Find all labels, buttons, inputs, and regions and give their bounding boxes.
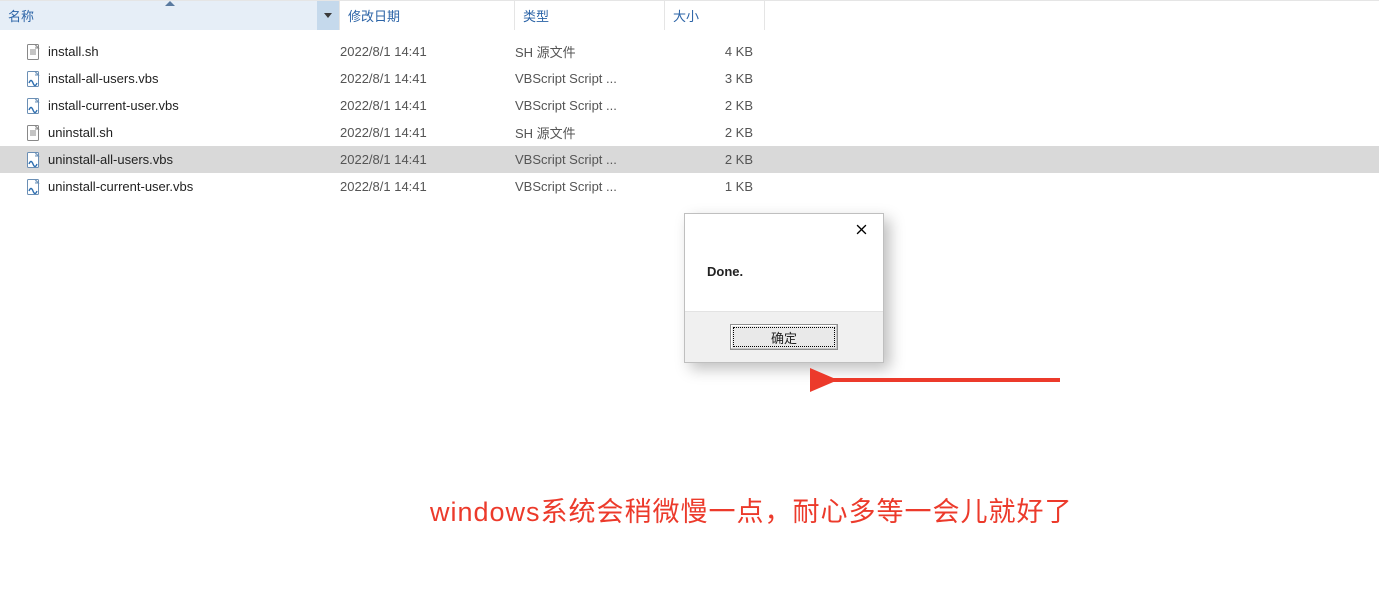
file-date-cell: 2022/8/1 14:41: [340, 152, 515, 167]
file-name-cell: uninstall-current-user.vbs: [26, 179, 340, 195]
vbs-file-icon: [26, 179, 42, 195]
file-row[interactable]: install-all-users.vbs 2022/8/1 14:41VBScr…: [0, 65, 1379, 92]
file-type-cell: VBScript Script ...: [515, 98, 665, 113]
column-filter-dropdown[interactable]: [317, 1, 339, 30]
dialog-ok-button[interactable]: 确定: [730, 324, 838, 350]
file-size-cell: 3 KB: [665, 71, 765, 86]
sh-file-icon: [26, 44, 42, 60]
file-size-cell: 2 KB: [665, 152, 765, 167]
file-name-label: uninstall-all-users.vbs: [48, 152, 173, 167]
annotation-caption: windows系统会稍微慢一点，耐心多等一会儿就好了: [430, 490, 1073, 529]
vbs-file-icon: [26, 152, 42, 168]
file-date-cell: 2022/8/1 14:41: [340, 71, 515, 86]
dialog-message: Done.: [685, 252, 883, 311]
file-name-cell: install-all-users.vbs: [26, 71, 340, 87]
file-size-cell: 1 KB: [665, 179, 765, 194]
file-size-cell: 2 KB: [665, 98, 765, 113]
file-date-cell: 2022/8/1 14:41: [340, 125, 515, 140]
column-date-label: 修改日期: [348, 6, 400, 25]
file-name-label: uninstall-current-user.vbs: [48, 179, 193, 194]
file-row[interactable]: install.sh 2022/8/1 14:41SH 源文件4 KB: [0, 38, 1379, 65]
file-date-cell: 2022/8/1 14:41: [340, 44, 515, 59]
column-type-label: 类型: [523, 6, 549, 25]
file-size-cell: 2 KB: [665, 125, 765, 140]
file-name-label: install.sh: [48, 44, 99, 59]
column-size-label: 大小: [673, 6, 699, 25]
file-row[interactable]: uninstall-current-user.vbs 2022/8/1 14:41…: [0, 173, 1379, 200]
column-name-label: 名称: [8, 6, 34, 25]
file-name-label: install-all-users.vbs: [48, 71, 159, 86]
close-icon: [856, 224, 867, 235]
file-type-cell: VBScript Script ...: [515, 152, 665, 167]
dialog-titlebar: [685, 214, 883, 252]
sort-ascending-icon: [165, 1, 175, 6]
dialog-footer: 确定: [685, 311, 883, 362]
file-type-cell: SH 源文件: [515, 123, 665, 142]
sh-file-icon: [26, 125, 42, 141]
message-dialog: Done. 确定: [684, 213, 884, 363]
column-header-type[interactable]: 类型: [515, 1, 665, 30]
file-type-cell: SH 源文件: [515, 42, 665, 61]
column-header-date[interactable]: 修改日期: [340, 1, 515, 30]
file-name-cell: uninstall.sh: [26, 125, 340, 141]
file-name-label: uninstall.sh: [48, 125, 113, 140]
column-header-size[interactable]: 大小: [665, 1, 765, 30]
file-row[interactable]: uninstall.sh 2022/8/1 14:41SH 源文件2 KB: [0, 119, 1379, 146]
file-name-cell: uninstall-all-users.vbs: [26, 152, 340, 168]
file-type-cell: VBScript Script ...: [515, 71, 665, 86]
file-date-cell: 2022/8/1 14:41: [340, 98, 515, 113]
file-name-cell: install-current-user.vbs: [26, 98, 340, 114]
dialog-close-button[interactable]: [839, 214, 883, 244]
column-header-name[interactable]: 名称: [0, 1, 340, 30]
file-name-label: install-current-user.vbs: [48, 98, 179, 113]
file-name-cell: install.sh: [26, 44, 340, 60]
file-list: install.sh2022/8/1 14:41SH 源文件4 KB insta…: [0, 30, 1379, 200]
chevron-down-icon: [324, 13, 332, 18]
file-row[interactable]: install-current-user.vbs 2022/8/1 14:41VB…: [0, 92, 1379, 119]
vbs-file-icon: [26, 71, 42, 87]
file-row[interactable]: uninstall-all-users.vbs 2022/8/1 14:41VBS…: [0, 146, 1379, 173]
column-header: 名称 修改日期 类型 大小: [0, 0, 1379, 30]
vbs-file-icon: [26, 98, 42, 114]
file-type-cell: VBScript Script ...: [515, 179, 665, 194]
dialog-ok-label: 确定: [771, 328, 797, 347]
file-date-cell: 2022/8/1 14:41: [340, 179, 515, 194]
file-size-cell: 4 KB: [665, 44, 765, 59]
